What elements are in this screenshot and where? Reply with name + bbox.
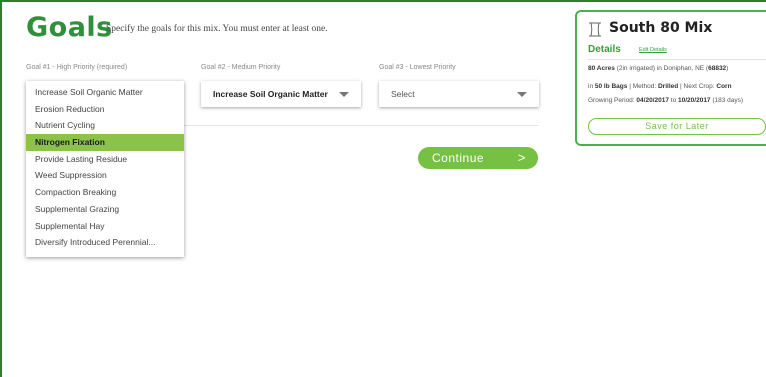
edit-details-link[interactable]: Edit Details bbox=[639, 47, 667, 53]
page-title: Goals bbox=[26, 12, 113, 43]
goal-3-label: Goal #3 - Lowest Priority bbox=[379, 64, 456, 71]
growing-period-label: Growing Period: bbox=[588, 97, 637, 104]
page-subtitle: Specify the goals for this mix. You must… bbox=[106, 24, 328, 34]
details-heading: Details bbox=[588, 44, 621, 55]
goal-1-dropdown-menu[interactable]: Increase Soil Organic Matter Erosion Red… bbox=[26, 81, 184, 257]
method-value: Drilled bbox=[657, 83, 679, 90]
dropdown-option[interactable]: Diversify Introduced Perennial... bbox=[26, 234, 184, 251]
section-divider bbox=[184, 125, 539, 126]
dropdown-option[interactable]: Provide Lasting Residue bbox=[26, 151, 184, 168]
dropdown-option[interactable]: Nutrient Cycling bbox=[26, 117, 184, 134]
goal-3-value: Select bbox=[391, 89, 415, 99]
dropdown-option-highlighted[interactable]: Nitrogen Fixation bbox=[26, 134, 184, 151]
chevron-down-icon bbox=[517, 91, 527, 97]
dropdown-option[interactable]: Erosion Reduction bbox=[26, 101, 184, 118]
mix-summary-card: South 80 Mix Details Edit Details 80 Acr… bbox=[575, 10, 766, 146]
dropdown-option[interactable]: Weed Suppression bbox=[26, 167, 184, 184]
goal-3-select[interactable]: Select bbox=[379, 81, 539, 107]
goal-1-label: Goal #1 - High Priority (required) bbox=[26, 64, 128, 71]
next-crop-label: | Next Crop: bbox=[678, 83, 717, 90]
dropdown-option[interactable]: Compaction Breaking bbox=[26, 184, 184, 201]
next-crop-value: Corn bbox=[716, 83, 732, 90]
continue-button[interactable]: Continue > bbox=[418, 147, 538, 169]
mix-bag-icon bbox=[589, 22, 601, 37]
goal-2-label: Goal #2 - Medium Priority bbox=[201, 64, 281, 71]
continue-label: Continue bbox=[432, 151, 485, 165]
bag-size-value: 50 lb Bags bbox=[594, 83, 628, 90]
dropdown-option[interactable]: Supplemental Grazing bbox=[26, 201, 184, 218]
zip-value: 68832 bbox=[708, 65, 727, 72]
zip-close: ) bbox=[726, 65, 729, 72]
method-label: | Method: bbox=[627, 83, 658, 90]
end-date: 10/20/2017 bbox=[678, 97, 711, 104]
acres-value: 80 Acres bbox=[588, 65, 615, 72]
goal-2-select[interactable]: Increase Soil Organic Matter bbox=[201, 81, 361, 107]
mix-location-info: 80 Acres (2in irrigated) in Doniphan, NE… bbox=[588, 65, 728, 72]
chevron-right-icon: > bbox=[517, 150, 526, 165]
chevron-down-icon bbox=[339, 91, 349, 97]
start-date: 04/20/2017 bbox=[636, 97, 669, 104]
duration-text: (183 days) bbox=[710, 97, 744, 104]
save-for-later-button[interactable]: Save for Later bbox=[588, 118, 766, 135]
mix-method-info: in 50 lb Bags | Method: Drilled | Next C… bbox=[588, 83, 732, 90]
mix-title: South 80 Mix bbox=[609, 20, 713, 36]
irrigation-text: (2in irrigated) in Doniphan, NE ( bbox=[616, 65, 709, 72]
bag-prefix: in bbox=[588, 83, 595, 90]
dropdown-option[interactable]: Supplemental Hay bbox=[26, 218, 184, 235]
to-label: to bbox=[668, 97, 679, 104]
growing-period-info: Growing Period: 04/20/2017 to 10/20/2017… bbox=[588, 97, 743, 104]
goal-2-value: Increase Soil Organic Matter bbox=[213, 89, 328, 99]
dropdown-option[interactable]: Increase Soil Organic Matter bbox=[26, 84, 184, 101]
details-divider bbox=[588, 59, 766, 60]
